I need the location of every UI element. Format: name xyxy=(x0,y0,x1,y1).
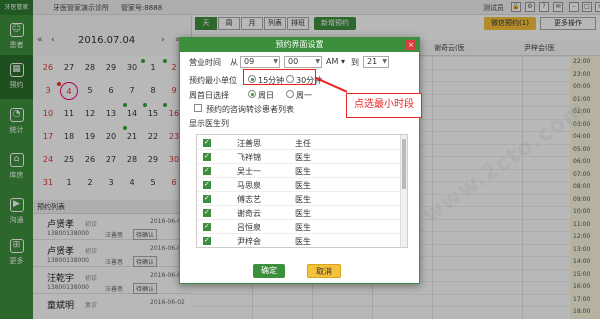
chevron-down-icon: ▼ xyxy=(315,58,320,65)
doctor-row[interactable]: 尹梓会 医生 xyxy=(197,234,401,247)
doctor-name: 尹梓会 xyxy=(237,237,261,246)
chevron-down-icon: ▼ xyxy=(273,58,278,65)
doctor-name: 马思泉 xyxy=(237,181,261,190)
min-unit-label: 预约最小单位 xyxy=(189,76,237,85)
doctor-name: 傅志艺 xyxy=(237,195,261,204)
doctor-checkbox[interactable] xyxy=(203,194,211,203)
doctor-title: 医生 xyxy=(295,181,311,190)
doctor-title: 医生 xyxy=(295,209,311,218)
doctor-title: 医生 xyxy=(295,167,311,176)
doctor-row[interactable]: 谢奇云 医生 xyxy=(197,206,401,220)
start-hour-select[interactable]: 09 ▼ xyxy=(240,56,280,68)
doctor-list: 汪善思主任飞祥锦医生吴士一医生马思泉医生傅志艺医生谢奇云医生吕恒泉医生尹梓会医生 xyxy=(196,134,408,248)
annotation-highlight-box xyxy=(243,69,316,85)
chevron-down-icon: ▼ xyxy=(382,58,387,65)
week-start-label: 周首日选择 xyxy=(189,91,229,100)
from-label: 从 xyxy=(230,58,238,67)
week-monday-radio[interactable] xyxy=(286,90,294,98)
doctor-title: 医生 xyxy=(295,237,311,246)
doctor-row[interactable]: 马思泉 医生 xyxy=(197,178,401,192)
ok-button[interactable]: 确定 xyxy=(253,264,285,278)
annotation-callout: 点选最小时段 xyxy=(346,93,422,118)
close-icon[interactable]: × xyxy=(406,40,416,50)
doctor-title: 医生 xyxy=(295,195,311,204)
doctor-row[interactable]: 傅志艺 医生 xyxy=(197,192,401,206)
week-monday-label[interactable]: 周一 xyxy=(296,90,312,101)
doctor-checkbox[interactable] xyxy=(203,138,211,147)
week-sunday-radio[interactable] xyxy=(248,90,256,98)
doctor-row[interactable]: 吴士一 医生 xyxy=(197,164,401,178)
doctor-name: 飞祥锦 xyxy=(237,153,261,162)
doctor-list-scrollbar[interactable] xyxy=(400,135,407,247)
doctors-label: 显示医生列 xyxy=(189,119,229,128)
consult-list-checkbox[interactable] xyxy=(194,104,202,112)
cancel-button[interactable]: 取消 xyxy=(307,264,341,278)
doctor-row[interactable]: 吕恒泉 医生 xyxy=(197,220,401,234)
spinner-icon[interactable]: ▾ xyxy=(341,57,345,66)
start-ampm: AM xyxy=(326,57,339,66)
doctor-row[interactable]: 飞祥锦 医生 xyxy=(197,150,401,164)
end-hour-select[interactable]: 21 ▼ xyxy=(363,56,389,68)
doctor-row[interactable]: 汪善思 主任 xyxy=(197,136,401,150)
week-sunday-label[interactable]: 周日 xyxy=(258,90,274,101)
doctor-title: 医生 xyxy=(295,223,311,232)
doctor-checkbox[interactable] xyxy=(203,222,211,231)
start-minute-select[interactable]: 00 ▼ xyxy=(284,56,322,68)
doctor-checkbox[interactable] xyxy=(203,152,211,161)
to-label: 到 xyxy=(351,58,359,67)
doctor-checkbox[interactable] xyxy=(203,166,211,175)
business-hours-label: 营业时间 xyxy=(189,58,221,67)
doctor-name: 吴士一 xyxy=(237,167,261,176)
doctor-title: 医生 xyxy=(295,153,311,162)
doctor-checkbox[interactable] xyxy=(203,208,211,217)
doctor-checkbox[interactable] xyxy=(203,180,211,189)
doctor-title: 主任 xyxy=(295,139,311,148)
doctor-name: 吕恒泉 xyxy=(237,223,261,232)
consult-list-label: 预约的咨询转诊患者列表 xyxy=(206,105,294,114)
doctor-checkbox[interactable] xyxy=(203,236,211,245)
dialog-title: 预约界面设置 xyxy=(180,38,419,52)
doctor-name: 谢奇云 xyxy=(237,209,261,218)
doctor-name: 汪善思 xyxy=(237,139,261,148)
